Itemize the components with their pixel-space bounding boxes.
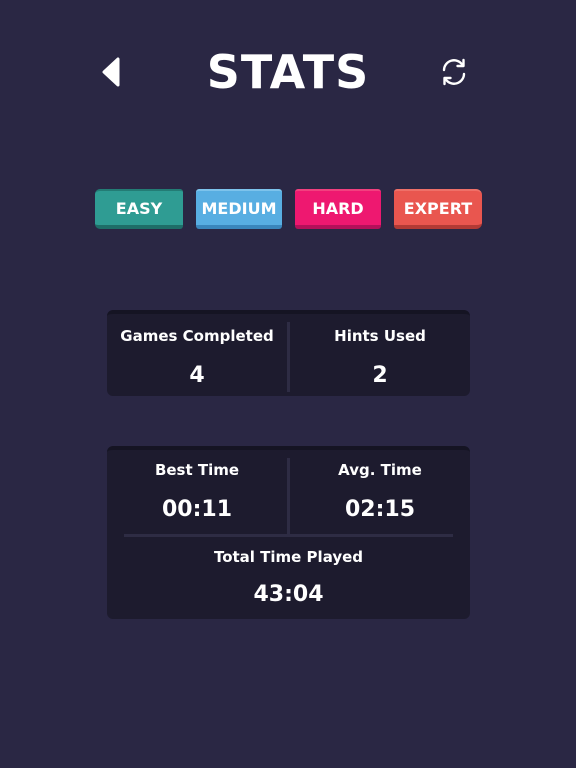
best-time-stat: Best Time 00:11 xyxy=(107,460,287,524)
page-title: STATS xyxy=(206,45,370,99)
best-time-label: Best Time xyxy=(154,461,240,479)
header: STATS xyxy=(0,0,576,150)
hints-used-label: Hints Used xyxy=(334,327,426,345)
difficulty-tabs: EASY MEDIUM HARD EXPERT xyxy=(95,189,482,235)
games-stats-card: Games Completed 4 Hints Used 2 xyxy=(107,310,470,396)
total-time-stat: Total Time Played 43:04 xyxy=(107,547,470,609)
tab-hard[interactable]: HARD xyxy=(295,189,381,229)
total-time-value: 43:04 xyxy=(253,582,324,607)
hints-used-value: 2 xyxy=(372,363,388,388)
tab-easy[interactable]: EASY xyxy=(95,189,183,229)
tab-medium[interactable]: MEDIUM xyxy=(196,189,282,229)
games-completed-value: 4 xyxy=(189,363,205,388)
best-time-value: 00:11 xyxy=(161,497,233,522)
total-time-label: Total Time Played xyxy=(213,548,364,566)
avg-time-value: 02:15 xyxy=(344,497,416,522)
avg-time-stat: Avg. Time 02:15 xyxy=(290,460,470,524)
time-stats-card: Best Time 00:11 Avg. Time 02:15 Total Ti… xyxy=(107,446,470,619)
games-completed-label: Games Completed xyxy=(120,327,274,345)
divider xyxy=(124,534,453,537)
tab-expert[interactable]: EXPERT xyxy=(394,189,482,229)
refresh-icon xyxy=(442,58,466,86)
games-completed-stat: Games Completed 4 xyxy=(107,326,287,390)
hints-used-stat: Hints Used 2 xyxy=(290,326,470,390)
refresh-button[interactable] xyxy=(436,54,472,90)
avg-time-label: Avg. Time xyxy=(338,461,422,479)
